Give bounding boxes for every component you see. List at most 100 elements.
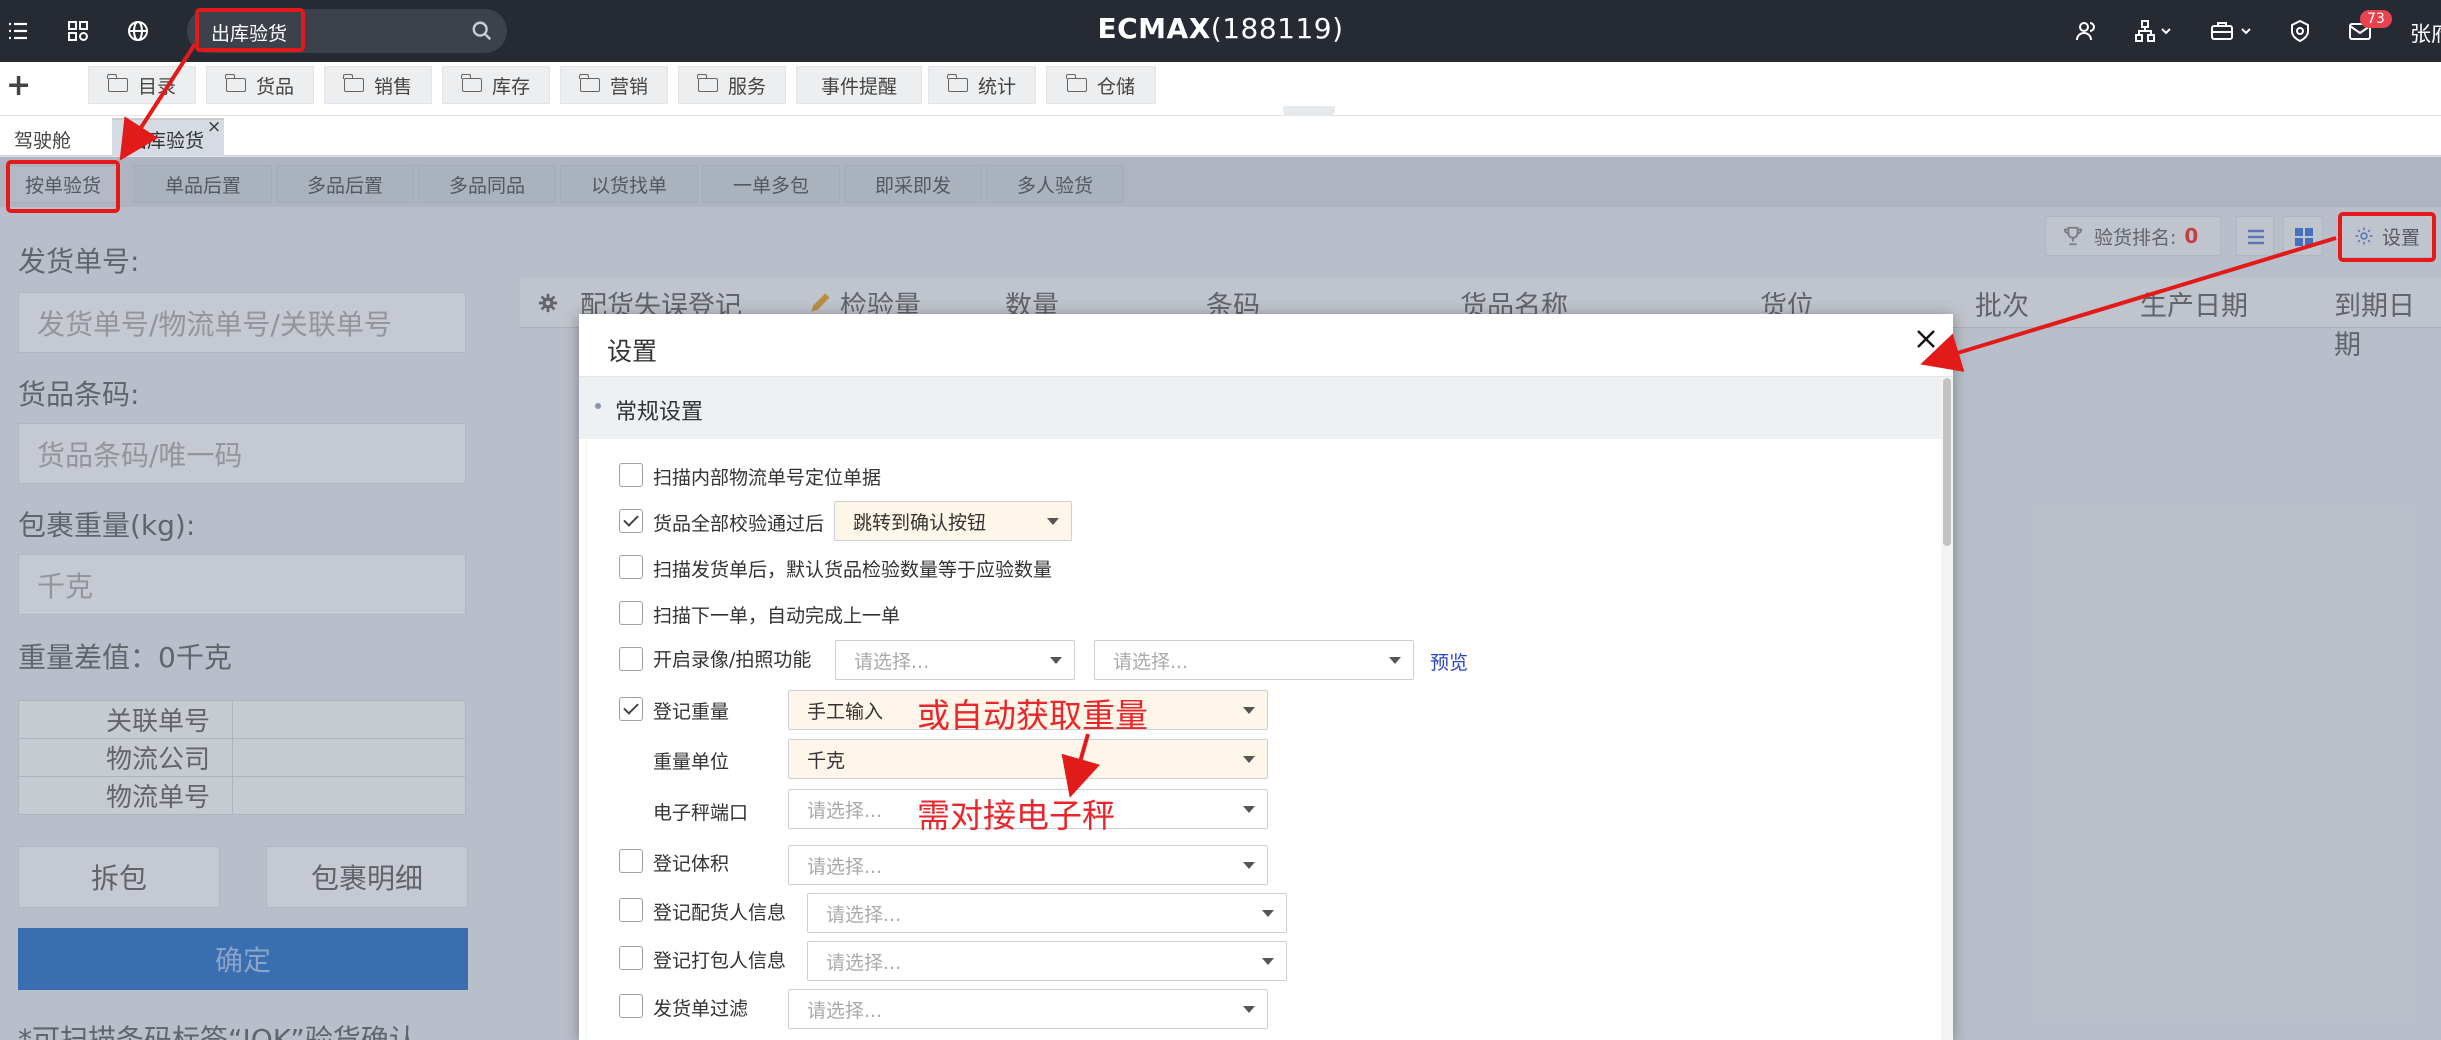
list-menu-icon[interactable] xyxy=(6,19,30,43)
user-name[interactable]: 张府 xyxy=(2410,18,2441,48)
option-label: 扫描发货单后，默认货品检验数量等于应验数量 xyxy=(653,559,1053,581)
folder-icon xyxy=(225,74,246,92)
collapse-handle[interactable] xyxy=(1283,106,1335,116)
folder-icon xyxy=(579,74,600,92)
option-label: 重量单位 xyxy=(653,751,730,773)
option-label: 登记重量 xyxy=(653,701,730,723)
notification-badge: 73 xyxy=(2360,10,2392,28)
menu-item-label: 库存 xyxy=(491,75,530,98)
chevron-down-icon xyxy=(1262,910,1274,917)
select-value: 请选择... xyxy=(826,903,902,926)
add-menu-button[interactable]: + xyxy=(6,68,31,103)
select-picker[interactable]: 请选择... xyxy=(807,893,1287,933)
select-value: 请选择... xyxy=(1113,650,1189,673)
select-value: 请选择... xyxy=(807,999,883,1022)
chevron-down-icon xyxy=(1243,707,1255,714)
bullet-icon xyxy=(595,403,601,409)
menu-item-marketing[interactable]: 营销 xyxy=(560,66,668,104)
select-value: 千克 xyxy=(807,749,846,772)
select-value: 请选择... xyxy=(854,650,930,673)
menu-item-label: 事件提醒 xyxy=(820,75,897,98)
globe-icon[interactable] xyxy=(126,19,150,43)
chevron-down-icon xyxy=(1389,657,1401,664)
option-label: 扫描内部物流单号定位单据 xyxy=(653,467,882,489)
tab-cockpit[interactable]: 驾驶舱 xyxy=(14,126,71,153)
folder-icon xyxy=(697,74,718,92)
search-icon[interactable] xyxy=(471,20,493,42)
menu-item-label: 销售 xyxy=(373,75,412,98)
tab-close-icon[interactable]: × xyxy=(207,117,221,137)
option-label: 开启录像/拍照功能 xyxy=(653,649,812,671)
checkbox-picker-info[interactable] xyxy=(619,898,643,922)
folder-icon xyxy=(343,74,364,92)
menu-item-label: 货品 xyxy=(255,75,294,98)
menu-item-inventory[interactable]: 库存 xyxy=(442,66,550,104)
top-bar: 出库验货 ECMAX(188119) 73 张府 xyxy=(0,0,2441,62)
settings-shield-icon[interactable] xyxy=(2288,19,2312,43)
annotation-auto-weight: 或自动获取重量 xyxy=(917,696,1148,735)
option-label: 登记体积 xyxy=(653,853,730,875)
checkbox-record-volume[interactable] xyxy=(619,849,643,873)
preview-link[interactable]: 预览 xyxy=(1430,648,1468,675)
select-video-device[interactable]: 请选择... xyxy=(835,640,1075,680)
option-label: 发货单过滤 xyxy=(653,998,749,1020)
option-label: 登记配货人信息 xyxy=(653,902,787,924)
checkbox-record-weight[interactable] xyxy=(619,697,643,721)
scrollbar-thumb[interactable] xyxy=(1943,378,1951,546)
folder-icon xyxy=(107,74,128,92)
user-group-icon[interactable] xyxy=(2074,19,2098,43)
chevron-down-icon xyxy=(1050,657,1062,664)
select-volume[interactable]: 请选择... xyxy=(788,845,1268,885)
highlight-search xyxy=(195,8,305,52)
select-order-filter[interactable]: 请选择... xyxy=(788,989,1268,1029)
checkbox-video-photo[interactable] xyxy=(619,647,643,671)
option-label: 货品全部校验通过后 xyxy=(653,513,825,535)
toolbox-icon[interactable] xyxy=(2210,19,2254,43)
option-label: 扫描下一单，自动完成上一单 xyxy=(653,605,901,627)
chevron-down-icon xyxy=(1243,1006,1255,1013)
select-photo-device[interactable]: 请选择... xyxy=(1094,640,1414,680)
menu-item-label: 目录 xyxy=(137,75,176,98)
menu-item-sales[interactable]: 销售 xyxy=(324,66,432,104)
annotation-scale: 需对接电子秤 xyxy=(917,796,1115,835)
select-value: 手工输入 xyxy=(807,700,884,723)
menu-item-label: 营销 xyxy=(609,75,648,98)
close-icon[interactable] xyxy=(1914,327,1938,351)
menu-item-label: 统计 xyxy=(977,75,1016,98)
menu-item-service[interactable]: 服务 xyxy=(678,66,786,104)
select-after-verified[interactable]: 跳转到确认按钮 xyxy=(834,501,1072,541)
checkbox-auto-complete[interactable] xyxy=(619,601,643,625)
chevron-down-icon xyxy=(1262,958,1274,965)
checkbox-packer-info[interactable] xyxy=(619,946,643,970)
option-label: 登记打包人信息 xyxy=(653,950,787,972)
checkbox-all-verified[interactable] xyxy=(619,509,643,533)
menu-item-warehouse[interactable]: 仓储 xyxy=(1046,66,1156,104)
apps-grid-icon[interactable] xyxy=(66,19,90,43)
select-weight-unit[interactable]: 千克 xyxy=(788,739,1268,779)
select-value: 跳转到确认按钮 xyxy=(853,511,987,534)
option-label: 电子秤端口 xyxy=(653,802,749,824)
app-id: (188119) xyxy=(1210,12,1344,45)
folder-icon xyxy=(1066,74,1087,92)
folder-icon xyxy=(461,74,482,92)
chevron-down-icon xyxy=(1243,806,1255,813)
checkbox-default-qty[interactable] xyxy=(619,555,643,579)
select-value: 请选择... xyxy=(807,855,883,878)
highlight-by-order xyxy=(6,160,120,213)
select-value: 请选择... xyxy=(826,951,902,974)
page-tab-bar xyxy=(0,116,2441,156)
menu-item-event-reminder[interactable]: 事件提醒 xyxy=(796,66,922,104)
menu-item-statistics[interactable]: 统计 xyxy=(928,66,1036,104)
checkbox-order-filter[interactable] xyxy=(619,994,643,1018)
tab-outbound-inspection-label[interactable]: 出库验货 xyxy=(128,126,204,153)
menu-item-catalog[interactable]: 目录 xyxy=(88,66,196,104)
menu-item-goods[interactable]: 货品 xyxy=(206,66,314,104)
section-title: 常规设置 xyxy=(615,400,704,425)
menu-item-label: 服务 xyxy=(727,75,766,98)
checkbox-scan-internal[interactable] xyxy=(619,463,643,487)
highlight-settings xyxy=(2338,212,2436,262)
select-packer[interactable]: 请选择... xyxy=(807,941,1287,981)
dialog-title: 设置 xyxy=(607,337,658,366)
org-chart-icon[interactable] xyxy=(2134,19,2174,43)
section-header[interactable] xyxy=(579,377,1941,439)
